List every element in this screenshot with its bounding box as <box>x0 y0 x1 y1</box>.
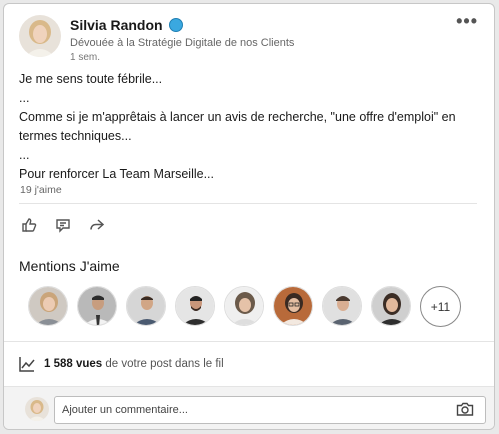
liker-avatar[interactable] <box>224 286 264 326</box>
post-text: Je me sens toute fébrile... ... Comme si… <box>19 70 484 184</box>
more-likers-button[interactable]: +11 <box>420 286 461 327</box>
more-options-icon[interactable]: ••• <box>456 12 478 30</box>
comment-area <box>4 386 494 429</box>
comment-icon[interactable] <box>53 214 73 236</box>
post-line: termes techniques... <box>19 129 132 143</box>
liker-avatar[interactable] <box>28 286 68 326</box>
liker-avatar[interactable] <box>273 286 313 326</box>
liker-avatar[interactable] <box>175 286 215 326</box>
post-header: Silvia Randon Dévouée à la Stratégie Dig… <box>4 4 494 66</box>
mentions-title: Mentions J'aime <box>19 258 120 274</box>
liker-avatar[interactable] <box>77 286 117 326</box>
post-line: Comme si je m'apprêtais à lancer un avis… <box>19 110 456 124</box>
author-avatar[interactable] <box>19 15 61 57</box>
comment-input[interactable] <box>54 396 486 424</box>
commenter-avatar <box>25 397 49 421</box>
post-line: Pour renforcer La Team Marseille... <box>19 167 214 181</box>
liker-avatar[interactable] <box>126 286 166 326</box>
post-line: ... <box>19 148 30 162</box>
likers-list: +11 <box>28 286 461 327</box>
views-bar[interactable]: 1 588 vues de votre post dans le fil <box>4 341 494 386</box>
likes-count[interactable]: 19 j'aime <box>20 184 62 196</box>
post-time: 1 sem. <box>70 52 101 63</box>
liker-avatar[interactable] <box>322 286 362 326</box>
post-line: ... <box>19 91 30 105</box>
views-suffix: de votre post dans le fil <box>102 358 224 370</box>
verified-badge-icon <box>168 18 183 32</box>
post-line: Je me sens toute fébrile... <box>19 72 163 86</box>
author-headline: Dévouée à la Stratégie Digitale de nos C… <box>70 37 295 49</box>
share-icon[interactable] <box>87 214 107 236</box>
analytics-icon <box>19 357 35 372</box>
views-text: 1 588 vues de votre post dans le fil <box>44 358 224 370</box>
liker-avatar[interactable] <box>371 286 411 326</box>
like-icon[interactable] <box>19 214 39 236</box>
author-name[interactable]: Silvia Randon <box>70 17 163 33</box>
camera-icon[interactable] <box>456 401 474 417</box>
views-count: 1 588 vues <box>44 358 103 370</box>
divider <box>19 203 477 204</box>
author-name-row: Silvia Randon <box>70 17 183 33</box>
action-bar <box>19 214 107 236</box>
post-card: Silvia Randon Dévouée à la Stratégie Dig… <box>3 3 495 430</box>
